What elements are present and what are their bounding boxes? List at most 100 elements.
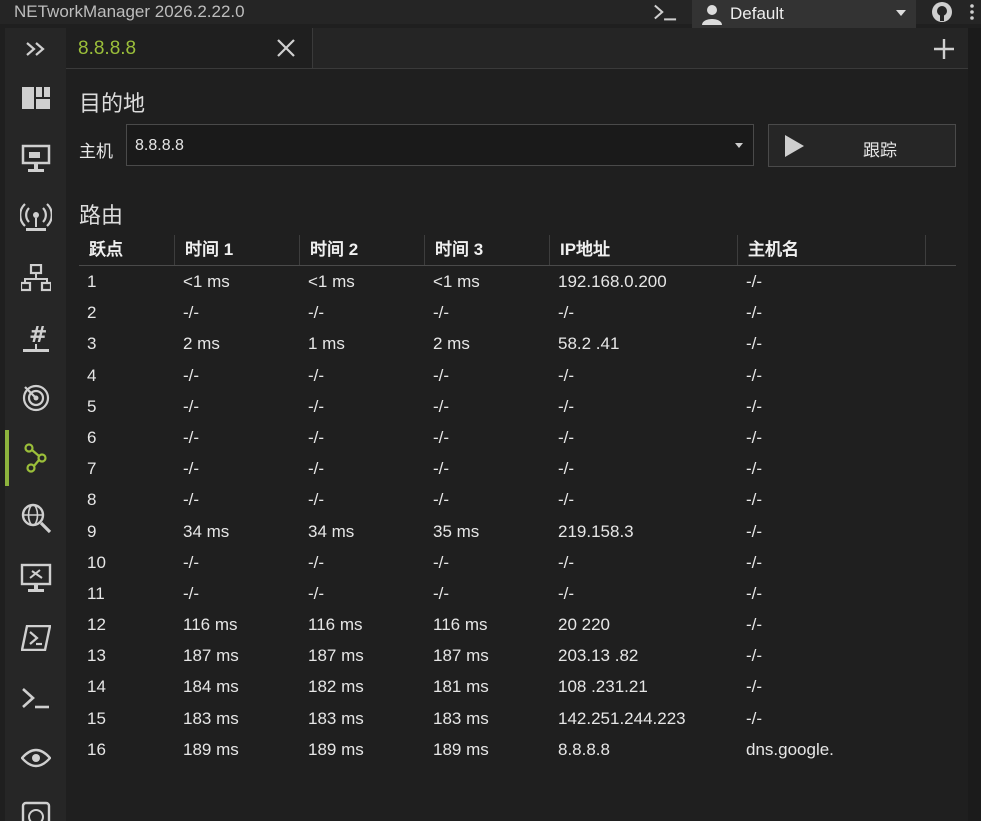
cell-time2: -/-: [308, 552, 325, 572]
table-row[interactable]: 11 -/- -/- -/- -/- -/-: [79, 578, 956, 609]
host-label: 主机: [79, 142, 113, 161]
cell-time3: 181 ms: [433, 677, 489, 697]
cell-time1: -/-: [183, 427, 200, 447]
cell-time1: -/-: [183, 583, 200, 603]
table-row[interactable]: 2 -/- -/- -/- -/- -/-: [79, 297, 956, 328]
column-header-filler: [926, 235, 956, 265]
table-row[interactable]: 5 -/- -/- -/- -/- -/-: [79, 391, 956, 422]
cell-time3: <1 ms: [433, 272, 480, 291]
table-row[interactable]: 7 -/- -/- -/- -/- -/-: [79, 453, 956, 484]
route-heading: 路由: [79, 203, 124, 228]
cell-hostname: -/-: [746, 521, 763, 541]
cell-time3: -/-: [433, 396, 450, 416]
column-header-hostname[interactable]: 主机名: [738, 235, 926, 265]
cell-ip: -/-: [558, 459, 575, 479]
cell-hostname: -/-: [746, 427, 763, 447]
cell-time2: -/-: [308, 427, 325, 447]
chevron-down-icon[interactable]: [735, 143, 743, 148]
cell-time1: 183 ms: [183, 708, 239, 728]
cell-time2: -/-: [308, 583, 325, 603]
wifi-icon[interactable]: [5, 188, 66, 248]
tab-bar: 8.8.8.8: [66, 28, 968, 69]
expand-sidebar-icon[interactable]: [5, 34, 66, 64]
cell-time1: -/-: [183, 459, 200, 479]
cell-hop: 16: [87, 739, 106, 759]
more-icon[interactable]: [963, 1, 981, 23]
cell-ip: -/-: [558, 365, 575, 385]
cell-time3: 2 ms: [433, 334, 470, 354]
cell-hostname: -/-: [746, 552, 763, 572]
tab-8-8-8-8[interactable]: 8.8.8.8: [66, 28, 313, 68]
eye-icon[interactable]: [5, 728, 66, 788]
speed-icon[interactable]: [5, 788, 66, 821]
cell-hop: 7: [87, 459, 97, 479]
network-interface-icon[interactable]: [5, 128, 66, 188]
trace-button[interactable]: 跟踪: [768, 124, 956, 167]
cell-time3: 116 ms: [433, 615, 488, 635]
dns-lookup-icon[interactable]: [5, 488, 66, 548]
cell-hop: 4: [87, 365, 97, 385]
host-combobox[interactable]: 8.8.8.8: [126, 124, 754, 166]
sidebar: #: [5, 28, 66, 821]
cell-time2: 189 ms: [308, 739, 364, 759]
cell-time2: -/-: [308, 365, 325, 385]
cell-hop: 1: [87, 272, 97, 291]
column-header-time3[interactable]: 时间 3: [425, 235, 550, 265]
table-row[interactable]: 6 -/- -/- -/- -/- -/-: [79, 422, 956, 453]
cell-ip: -/-: [558, 396, 575, 416]
dashboard-icon[interactable]: [5, 68, 66, 128]
app-title: NETworkManager 2026.2.22.0: [14, 2, 245, 21]
github-icon[interactable]: [930, 1, 954, 23]
cell-time3: -/-: [433, 459, 450, 479]
close-icon[interactable]: [274, 36, 298, 60]
powershell-icon[interactable]: [5, 608, 66, 668]
cell-ip: -/-: [558, 303, 575, 323]
cell-time2: 187 ms: [308, 646, 364, 666]
putty-icon[interactable]: [5, 668, 66, 728]
cell-hostname: -/-: [746, 365, 763, 385]
cell-time1: <1 ms: [183, 272, 230, 291]
cell-hostname: -/-: [746, 615, 763, 635]
traceroute-icon[interactable]: [5, 428, 66, 488]
cell-time2: -/-: [308, 490, 325, 510]
cell-hop: 14: [87, 677, 106, 697]
column-header-time1[interactable]: 时间 1: [175, 235, 300, 265]
cell-time3: -/-: [433, 427, 450, 447]
cell-time2: 1 ms: [308, 334, 345, 354]
table-row[interactable]: 13 187 ms 187 ms 187 ms 203.13 .82 -/-: [79, 640, 956, 671]
cell-time1: 187 ms: [183, 646, 239, 666]
table-row[interactable]: 8 -/- -/- -/- -/- -/-: [79, 484, 956, 515]
column-header-ip[interactable]: IP地址: [550, 235, 738, 265]
cell-hostname: -/-: [746, 459, 763, 479]
remote-desktop-icon[interactable]: [5, 548, 66, 608]
table-row[interactable]: 4 -/- -/- -/- -/- -/-: [79, 360, 956, 391]
play-icon: [785, 135, 804, 157]
svg-text:#: #: [29, 323, 47, 348]
cell-time3: -/-: [433, 552, 450, 572]
terminal-icon[interactable]: [653, 1, 677, 23]
scrollbar[interactable]: [968, 28, 981, 821]
chevron-down-icon: [896, 10, 906, 16]
subnet-calculator-icon[interactable]: #: [5, 308, 66, 368]
cell-hostname: -/-: [746, 303, 763, 323]
table-row[interactable]: 10 -/- -/- -/- -/- -/-: [79, 547, 956, 578]
table-row[interactable]: 16 189 ms 189 ms 189 ms 8.8.8.8 dns.google.: [79, 734, 956, 765]
column-header-hop[interactable]: 跃点: [79, 235, 175, 265]
table-row[interactable]: 3 2 ms 1 ms 2 ms 58.2 .41 -/-: [79, 328, 956, 359]
table-row[interactable]: 15 183 ms 183 ms 183 ms 142.251.244.223 -/-: [79, 703, 956, 734]
add-tab-icon[interactable]: [931, 36, 957, 62]
cell-ip: 58.2 .41: [558, 334, 620, 354]
cell-time3: -/-: [433, 303, 450, 323]
cell-hop: 6: [87, 427, 97, 447]
cell-hop: 8: [87, 490, 97, 510]
table-row[interactable]: 14 184 ms 182 ms 181 ms 108 .231.21 -/-: [79, 671, 956, 702]
profile-selector[interactable]: Default: [692, 0, 916, 28]
port-scanner-icon[interactable]: [5, 368, 66, 428]
ip-scanner-icon[interactable]: [5, 248, 66, 308]
column-header-time2[interactable]: 时间 2: [300, 235, 425, 265]
table-row[interactable]: 9 34 ms 34 ms 35 ms 219.158.3 -/-: [79, 516, 956, 547]
cell-time1: -/-: [183, 396, 200, 416]
table-row[interactable]: 1 <1 ms <1 ms <1 ms 192.168.0.200 -/-: [79, 266, 956, 297]
table-row[interactable]: 12 116 ms 116 ms 116 ms 20 220 -/-: [79, 609, 956, 640]
cell-ip: 108 .231.21: [558, 677, 648, 697]
